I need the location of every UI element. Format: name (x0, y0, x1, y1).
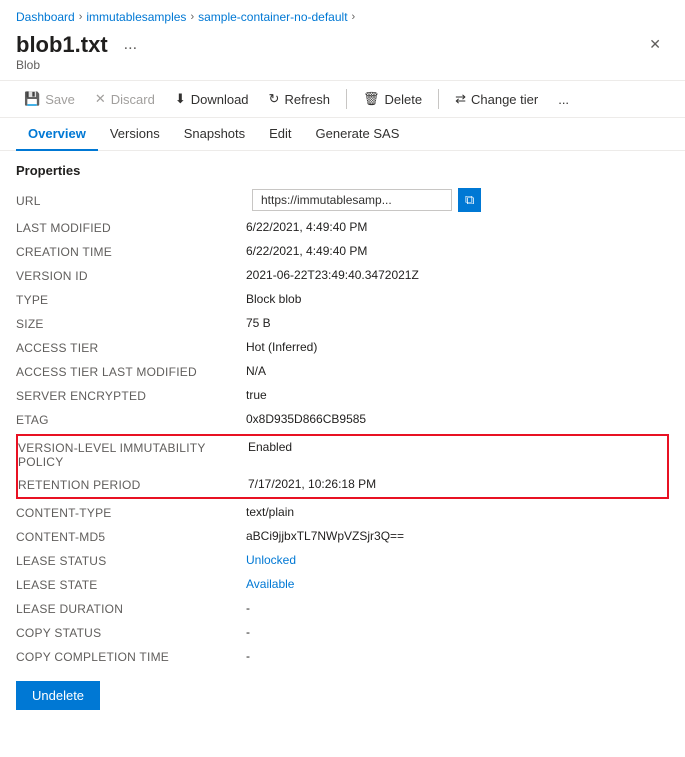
title-row: blob1.txt ... ✕ (0, 28, 685, 58)
save-icon: 💾 (24, 91, 40, 107)
server-encrypted-row: SERVER ENCRYPTED true (0, 384, 685, 408)
version-level-immutability-row: VERSION-LEVEL IMMUTABILITY POLICY Enable… (18, 436, 667, 473)
access-tier-label: ACCESS TIER (16, 340, 246, 355)
last-modified-label: LAST MODIFIED (16, 220, 246, 235)
access-tier-last-modified-row: ACCESS TIER LAST MODIFIED N/A (0, 360, 685, 384)
lease-status-label: LEASE STATUS (16, 553, 246, 568)
version-id-row: VERSION ID 2021-06-22T23:49:40.3472021Z (0, 264, 685, 288)
copy-completion-time-value: - (246, 649, 669, 663)
breadcrumb-sep-1: › (79, 11, 83, 23)
save-button[interactable]: 💾 Save (16, 87, 83, 111)
url-copy-button[interactable]: ⧉ (458, 188, 481, 212)
refresh-button[interactable]: ↻ Refresh (261, 87, 338, 111)
copy-icon: ⧉ (465, 192, 474, 208)
url-row: URL ⧉ (0, 184, 685, 216)
type-row: TYPE Block blob (0, 288, 685, 312)
version-level-immutability-label: VERSION-LEVEL IMMUTABILITY POLICY (18, 440, 248, 469)
etag-row: ETAG 0x8D935D866CB9585 (0, 408, 685, 432)
access-tier-row: ACCESS TIER Hot (Inferred) (0, 336, 685, 360)
lease-duration-value: - (246, 601, 669, 615)
size-row: SIZE 75 B (0, 312, 685, 336)
lease-duration-label: LEASE DURATION (16, 601, 246, 616)
type-value: Block blob (246, 292, 669, 306)
tab-overview[interactable]: Overview (16, 118, 98, 151)
retention-period-value: 7/17/2021, 10:26:18 PM (248, 477, 667, 491)
lease-status-row: LEASE STATUS Unlocked (0, 549, 685, 573)
url-label: URL (16, 193, 246, 208)
server-encrypted-label: SERVER ENCRYPTED (16, 388, 246, 403)
more-button[interactable]: ... (550, 88, 577, 111)
toolbar-separator (346, 89, 347, 109)
immutability-highlight-box: VERSION-LEVEL IMMUTABILITY POLICY Enable… (16, 434, 669, 499)
copy-status-label: COPY STATUS (16, 625, 246, 640)
content-type-row: CONTENT-TYPE text/plain (0, 501, 685, 525)
last-modified-row: LAST MODIFIED 6/22/2021, 4:49:40 PM (0, 216, 685, 240)
content-md5-value: aBCi9jjbxTL7NWpVZSjr3Q== (246, 529, 669, 543)
breadcrumb-immutablesamples[interactable]: immutablesamples (86, 10, 186, 24)
blob-type-label: Blob (0, 58, 685, 80)
access-tier-last-modified-value: N/A (246, 364, 669, 378)
delete-button[interactable]: 🗑 Delete (355, 87, 430, 111)
toolbar-separator-2 (438, 89, 439, 109)
creation-time-row: CREATION TIME 6/22/2021, 4:49:40 PM (0, 240, 685, 264)
title-ellipsis-button[interactable]: ... (118, 34, 143, 56)
creation-time-value: 6/22/2021, 4:49:40 PM (246, 244, 669, 258)
download-icon: ⬇ (175, 91, 186, 107)
undelete-button[interactable]: Undelete (16, 681, 100, 710)
lease-state-label: LEASE STATE (16, 577, 246, 592)
tab-versions[interactable]: Versions (98, 118, 172, 151)
lease-state-row: LEASE STATE Available (0, 573, 685, 597)
etag-label: ETAG (16, 412, 246, 427)
lease-status-value: Unlocked (246, 553, 669, 567)
size-value: 75 B (246, 316, 669, 330)
breadcrumb-sep-2: › (190, 11, 194, 23)
breadcrumb-container[interactable]: sample-container-no-default (198, 10, 347, 24)
page-title: blob1.txt (16, 32, 108, 58)
title-left: blob1.txt ... (16, 32, 143, 58)
size-label: SIZE (16, 316, 246, 331)
tabs-bar: Overview Versions Snapshots Edit Generat… (0, 118, 685, 151)
last-modified-value: 6/22/2021, 4:49:40 PM (246, 220, 669, 234)
retention-period-label: RETENTION PERIOD (18, 477, 248, 492)
lease-state-value: Available (246, 577, 669, 591)
retention-period-row: RETENTION PERIOD 7/17/2021, 10:26:18 PM (18, 473, 667, 497)
discard-button[interactable]: ✕ Discard (87, 87, 163, 111)
section-properties-title: Properties (0, 151, 685, 184)
content-md5-row: CONTENT-MD5 aBCi9jjbxTL7NWpVZSjr3Q== (0, 525, 685, 549)
version-id-value: 2021-06-22T23:49:40.3472021Z (246, 268, 669, 282)
server-encrypted-value: true (246, 388, 669, 402)
breadcrumb-sep-3: › (352, 11, 356, 23)
copy-completion-time-row: COPY COMPLETION TIME - (0, 645, 685, 669)
content-type-label: CONTENT-TYPE (16, 505, 246, 520)
version-level-immutability-value: Enabled (248, 440, 667, 454)
discard-icon: ✕ (95, 91, 106, 107)
copy-status-row: COPY STATUS - (0, 621, 685, 645)
toolbar: 💾 Save ✕ Discard ⬇ Download ↻ Refresh 🗑 … (0, 80, 685, 118)
breadcrumb-dashboard[interactable]: Dashboard (16, 10, 75, 24)
type-label: TYPE (16, 292, 246, 307)
delete-icon: 🗑 (363, 91, 380, 107)
change-tier-button[interactable]: ⇄ Change tier (447, 87, 546, 111)
etag-value: 0x8D935D866CB9585 (246, 412, 669, 426)
creation-time-label: CREATION TIME (16, 244, 246, 259)
content-md5-label: CONTENT-MD5 (16, 529, 246, 544)
tab-generate-sas[interactable]: Generate SAS (304, 118, 412, 151)
version-id-label: VERSION ID (16, 268, 246, 283)
content-type-value: text/plain (246, 505, 669, 519)
breadcrumb: Dashboard › immutablesamples › sample-co… (0, 0, 685, 28)
copy-status-value: - (246, 625, 669, 639)
url-input[interactable] (252, 189, 452, 211)
tab-snapshots[interactable]: Snapshots (172, 118, 257, 151)
tab-edit[interactable]: Edit (257, 118, 303, 151)
refresh-icon: ↻ (269, 91, 280, 107)
change-tier-icon: ⇄ (455, 91, 466, 107)
download-button[interactable]: ⬇ Download (167, 87, 257, 111)
access-tier-value: Hot (Inferred) (246, 340, 669, 354)
lease-duration-row: LEASE DURATION - (0, 597, 685, 621)
copy-completion-time-label: COPY COMPLETION TIME (16, 649, 246, 664)
access-tier-last-modified-label: ACCESS TIER LAST MODIFIED (16, 364, 246, 379)
close-button[interactable]: ✕ (641, 32, 669, 57)
